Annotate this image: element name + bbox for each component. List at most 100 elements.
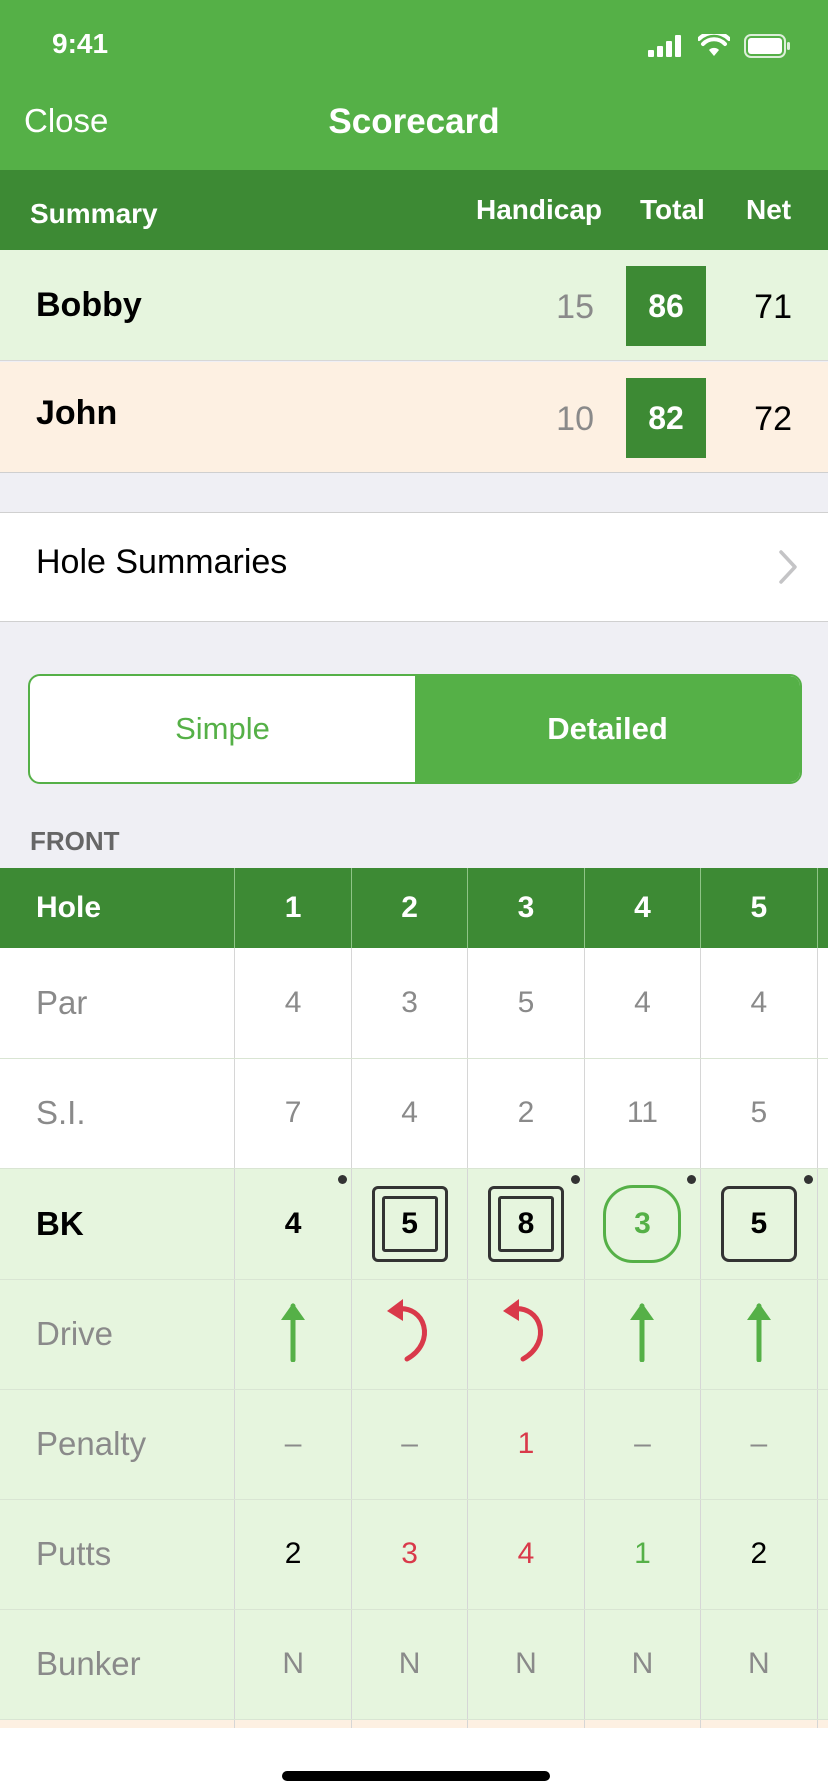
note-dot bbox=[687, 1174, 697, 1184]
bunker-value[interactable]: N bbox=[467, 1609, 585, 1720]
detailed-tab[interactable]: Detailed bbox=[415, 676, 800, 782]
summary-label: Summary bbox=[30, 198, 158, 229]
hole-number: 3 bbox=[467, 868, 585, 948]
par-label: Par bbox=[0, 948, 236, 1059]
bunker-value[interactable]: N bbox=[234, 1609, 352, 1720]
putts-row: Putts 2 3 4 1 2 6 bbox=[0, 1499, 828, 1610]
next-row-peek bbox=[0, 1719, 828, 1728]
bunker-row: Bunker N N N N N N bbox=[0, 1609, 828, 1720]
drive-cell[interactable] bbox=[467, 1279, 585, 1390]
player-row-john[interactable]: John 10 82 72 bbox=[0, 362, 828, 473]
putts-value[interactable]: 1 bbox=[584, 1499, 702, 1610]
note-dot bbox=[570, 1174, 580, 1184]
putts-value[interactable]: 4 bbox=[467, 1499, 585, 1610]
par-value: 4 bbox=[700, 948, 818, 1059]
note-dot bbox=[337, 1174, 347, 1184]
status-time: 9:41 bbox=[52, 28, 109, 59]
missed-left-arrow-icon bbox=[502, 1299, 543, 1362]
si-row: S.I. 7 4 2 11 5 6 bbox=[0, 1058, 828, 1169]
score-value: 4 bbox=[284, 1206, 302, 1240]
si-value: 6 bbox=[817, 1058, 828, 1169]
scorecard-grid: Hole 1 2 3 4 5 6 Par 4 3 5 4 4 6 S.I. 7 … bbox=[0, 868, 828, 1728]
home-indicator[interactable] bbox=[282, 1771, 550, 1781]
score-cell[interactable]: 5 bbox=[700, 1168, 818, 1280]
penalty-value[interactable]: – bbox=[351, 1389, 469, 1500]
drive-cell[interactable] bbox=[817, 1279, 828, 1390]
player-net: 71 bbox=[754, 288, 792, 326]
player-name: Bobby bbox=[36, 286, 142, 324]
hole-number: 2 bbox=[351, 868, 469, 948]
section-label-front: FRONT bbox=[30, 826, 120, 856]
simple-tab[interactable]: Simple bbox=[30, 676, 415, 782]
hole-header-row: Hole 1 2 3 4 5 6 bbox=[0, 868, 828, 948]
score-cell[interactable]: 3 bbox=[584, 1168, 702, 1280]
fairway-hit-arrow-icon bbox=[746, 1303, 771, 1363]
drive-row: Drive bbox=[0, 1279, 828, 1390]
hole-summaries-row[interactable]: Hole Summaries bbox=[0, 512, 828, 622]
player-net: 72 bbox=[754, 400, 792, 438]
si-value: 7 bbox=[234, 1058, 352, 1169]
par-row: Par 4 3 5 4 4 6 bbox=[0, 948, 828, 1059]
si-value: 5 bbox=[700, 1058, 818, 1169]
player-name: John bbox=[36, 394, 118, 432]
si-value: 2 bbox=[467, 1058, 585, 1169]
player-row-bobby[interactable]: Bobby 15 86 71 bbox=[0, 250, 828, 361]
bunker-label: Bunker bbox=[0, 1609, 236, 1720]
par-value: 4 bbox=[584, 948, 702, 1059]
si-value: 4 bbox=[351, 1058, 469, 1169]
putts-value[interactable]: 2 bbox=[700, 1499, 818, 1610]
status-icons bbox=[648, 34, 792, 58]
penalty-value[interactable]: – bbox=[584, 1389, 702, 1500]
drive-cell[interactable] bbox=[234, 1279, 352, 1390]
penalty-value[interactable]: – bbox=[700, 1389, 818, 1500]
missed-left-arrow-icon bbox=[386, 1299, 427, 1362]
par-value: 3 bbox=[351, 948, 469, 1059]
drive-cell[interactable] bbox=[584, 1279, 702, 1390]
drive-cell[interactable] bbox=[700, 1279, 818, 1390]
score-cell[interactable]: 4 bbox=[234, 1168, 352, 1280]
par-value: 5 bbox=[467, 948, 585, 1059]
putts-value[interactable]: 2 bbox=[234, 1499, 352, 1610]
bunker-value[interactable]: N bbox=[584, 1609, 702, 1720]
score-cell[interactable]: 5 bbox=[351, 1168, 469, 1280]
note-dot bbox=[803, 1174, 813, 1184]
score-cell[interactable]: - bbox=[817, 1168, 828, 1280]
net-header: Net bbox=[746, 194, 792, 225]
hole-number: 1 bbox=[234, 868, 352, 948]
signal-icon bbox=[648, 35, 681, 57]
score-cell[interactable]: 8 bbox=[467, 1168, 585, 1280]
double-bogey-box: 8 bbox=[487, 1185, 564, 1262]
player-total: 86 bbox=[626, 266, 706, 346]
putts-value[interactable]: 6 bbox=[817, 1499, 828, 1610]
hole-number: 6 bbox=[817, 868, 828, 948]
penalty-value[interactable]: 1 bbox=[467, 1389, 585, 1500]
bunker-value[interactable]: N bbox=[351, 1609, 469, 1720]
drive-label: Drive bbox=[0, 1279, 236, 1390]
player-total: 82 bbox=[626, 378, 706, 458]
hole-number: 5 bbox=[700, 868, 818, 948]
si-value: 11 bbox=[584, 1058, 702, 1169]
fairway-hit-arrow-icon bbox=[281, 1303, 306, 1363]
bunker-value[interactable]: N bbox=[700, 1609, 818, 1720]
birdie-circle: 3 bbox=[603, 1184, 682, 1263]
home-bar-area bbox=[0, 1728, 828, 1792]
putts-label: Putts bbox=[0, 1499, 236, 1610]
par-value: 6 bbox=[817, 948, 828, 1059]
wifi-icon bbox=[698, 34, 730, 56]
bunker-value[interactable]: N bbox=[817, 1609, 828, 1720]
penalty-value[interactable]: – bbox=[817, 1389, 828, 1500]
putts-value[interactable]: 3 bbox=[351, 1499, 469, 1610]
fairway-hit-arrow-icon bbox=[630, 1303, 655, 1363]
total-header: Total bbox=[640, 194, 705, 225]
double-bogey-box: 5 bbox=[371, 1185, 448, 1262]
scorecard-table: Hole 1 2 3 4 5 6 Par 4 3 5 4 4 6 S.I. 7 … bbox=[0, 868, 828, 1728]
battery-icon bbox=[744, 34, 790, 58]
view-toggle: Simple Detailed bbox=[28, 674, 802, 784]
hole-label: Hole bbox=[0, 868, 236, 948]
page-title: Scorecard bbox=[328, 102, 500, 141]
handicap-header: Handicap bbox=[476, 194, 603, 225]
player-handicap: 10 bbox=[556, 400, 594, 438]
penalty-value[interactable]: – bbox=[234, 1389, 352, 1500]
player-initials-label: BK bbox=[0, 1168, 236, 1280]
drive-cell[interactable] bbox=[351, 1279, 469, 1390]
